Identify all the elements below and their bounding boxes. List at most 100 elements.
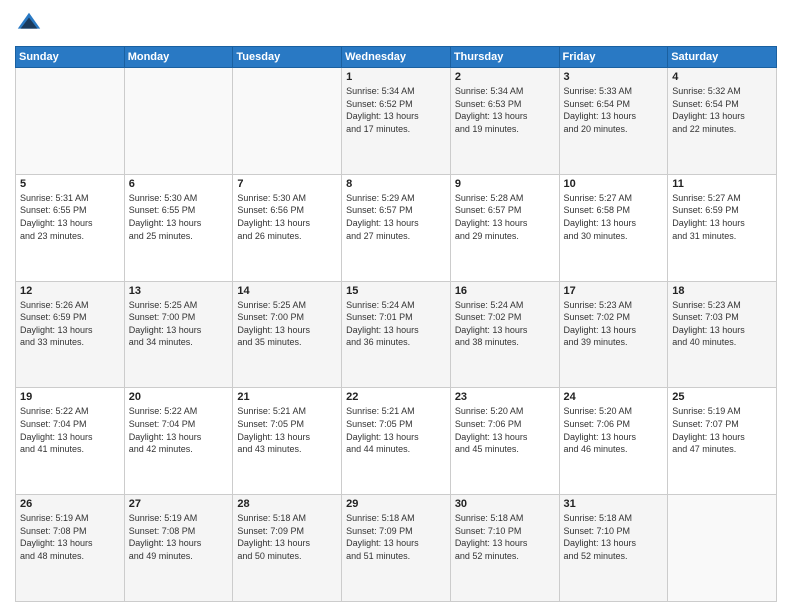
calendar-cell: 7 Sunrise: 5:30 AM Sunset: 6:56 PM Daylig… bbox=[233, 174, 342, 281]
day-number: 30 bbox=[455, 498, 555, 510]
day-info: Sunrise: 5:33 AM Sunset: 6:54 PM Dayligh… bbox=[564, 85, 664, 135]
day-info: Sunrise: 5:30 AM Sunset: 6:56 PM Dayligh… bbox=[237, 192, 337, 242]
calendar-cell bbox=[668, 495, 777, 602]
day-number: 13 bbox=[129, 285, 229, 297]
calendar-cell: 12 Sunrise: 5:26 AM Sunset: 6:59 PM Dayli… bbox=[16, 281, 125, 388]
day-info: Sunrise: 5:20 AM Sunset: 7:06 PM Dayligh… bbox=[564, 405, 664, 455]
day-number: 12 bbox=[20, 285, 120, 297]
calendar-cell: 9 Sunrise: 5:28 AM Sunset: 6:57 PM Daylig… bbox=[450, 174, 559, 281]
weekday-header-wednesday: Wednesday bbox=[342, 47, 451, 68]
day-info: Sunrise: 5:34 AM Sunset: 6:53 PM Dayligh… bbox=[455, 85, 555, 135]
day-info: Sunrise: 5:25 AM Sunset: 7:00 PM Dayligh… bbox=[129, 299, 229, 349]
day-info: Sunrise: 5:18 AM Sunset: 7:10 PM Dayligh… bbox=[455, 512, 555, 562]
day-number: 3 bbox=[564, 71, 664, 83]
weekday-header-tuesday: Tuesday bbox=[233, 47, 342, 68]
weekday-header-friday: Friday bbox=[559, 47, 668, 68]
calendar-cell: 14Sunrise: 5:25 AM Sunset: 7:00 PM Dayli… bbox=[233, 281, 342, 388]
weekday-header-saturday: Saturday bbox=[668, 47, 777, 68]
day-number: 1 bbox=[346, 71, 446, 83]
calendar-cell: 20Sunrise: 5:22 AM Sunset: 7:04 PM Dayli… bbox=[124, 388, 233, 495]
day-number: 9 bbox=[455, 178, 555, 190]
day-number: 10 bbox=[564, 178, 664, 190]
calendar-cell: 8 Sunrise: 5:29 AM Sunset: 6:57 PM Daylig… bbox=[342, 174, 451, 281]
calendar-cell bbox=[16, 68, 125, 175]
calendar-cell: 4 Sunrise: 5:32 AM Sunset: 6:54 PM Daylig… bbox=[668, 68, 777, 175]
day-number: 2 bbox=[455, 71, 555, 83]
day-number: 29 bbox=[346, 498, 446, 510]
calendar-cell: 31 Sunrise: 5:18 AM Sunset: 7:10 PM Dayli… bbox=[559, 495, 668, 602]
day-number: 28 bbox=[237, 498, 337, 510]
calendar-cell: 23 Sunrise: 5:20 AM Sunset: 7:06 PM Dayli… bbox=[450, 388, 559, 495]
day-number: 19 bbox=[20, 391, 120, 403]
calendar-cell: 22 Sunrise: 5:21 AM Sunset: 7:05 PM Dayli… bbox=[342, 388, 451, 495]
day-number: 18 bbox=[672, 285, 772, 297]
calendar-cell: 3 Sunrise: 5:33 AM Sunset: 6:54 PM Daylig… bbox=[559, 68, 668, 175]
calendar-cell: 28 Sunrise: 5:18 AM Sunset: 7:09 PM Dayli… bbox=[233, 495, 342, 602]
logo bbox=[15, 10, 47, 38]
calendar-cell: 15Sunrise: 5:24 AM Sunset: 7:01 PM Dayli… bbox=[342, 281, 451, 388]
day-info: Sunrise: 5:30 AM Sunset: 6:55 PM Dayligh… bbox=[129, 192, 229, 242]
day-number: 26 bbox=[20, 498, 120, 510]
day-info: Sunrise: 5:19 AM Sunset: 7:08 PM Dayligh… bbox=[129, 512, 229, 562]
header bbox=[15, 10, 777, 38]
day-info: Sunrise: 5:19 AM Sunset: 7:07 PM Dayligh… bbox=[672, 405, 772, 455]
day-info: Sunrise: 5:34 AM Sunset: 6:52 PM Dayligh… bbox=[346, 85, 446, 135]
calendar-cell: 2 Sunrise: 5:34 AM Sunset: 6:53 PM Daylig… bbox=[450, 68, 559, 175]
day-number: 7 bbox=[237, 178, 337, 190]
day-info: Sunrise: 5:21 AM Sunset: 7:05 PM Dayligh… bbox=[346, 405, 446, 455]
day-info: Sunrise: 5:29 AM Sunset: 6:57 PM Dayligh… bbox=[346, 192, 446, 242]
calendar-cell: 1 Sunrise: 5:34 AM Sunset: 6:52 PM Daylig… bbox=[342, 68, 451, 175]
day-number: 31 bbox=[564, 498, 664, 510]
calendar-cell: 16 Sunrise: 5:24 AM Sunset: 7:02 PM Dayli… bbox=[450, 281, 559, 388]
day-number: 6 bbox=[129, 178, 229, 190]
calendar-cell: 25 Sunrise: 5:19 AM Sunset: 7:07 PM Dayli… bbox=[668, 388, 777, 495]
calendar-cell: 19 Sunrise: 5:22 AM Sunset: 7:04 PM Dayli… bbox=[16, 388, 125, 495]
weekday-header-thursday: Thursday bbox=[450, 47, 559, 68]
day-number: 17 bbox=[564, 285, 664, 297]
weekday-header-monday: Monday bbox=[124, 47, 233, 68]
day-info: Sunrise: 5:27 AM Sunset: 6:58 PM Dayligh… bbox=[564, 192, 664, 242]
day-number: 11 bbox=[672, 178, 772, 190]
day-number: 23 bbox=[455, 391, 555, 403]
calendar-cell: 17 Sunrise: 5:23 AM Sunset: 7:02 PM Dayli… bbox=[559, 281, 668, 388]
day-info: Sunrise: 5:31 AM Sunset: 6:55 PM Dayligh… bbox=[20, 192, 120, 242]
week-row-3: 12 Sunrise: 5:26 AM Sunset: 6:59 PM Dayli… bbox=[16, 281, 777, 388]
weekday-header-sunday: Sunday bbox=[16, 47, 125, 68]
logo-icon bbox=[15, 10, 43, 38]
day-info: Sunrise: 5:23 AM Sunset: 7:02 PM Dayligh… bbox=[564, 299, 664, 349]
day-number: 4 bbox=[672, 71, 772, 83]
calendar-cell: 11 Sunrise: 5:27 AM Sunset: 6:59 PM Dayli… bbox=[668, 174, 777, 281]
calendar-cell bbox=[233, 68, 342, 175]
calendar-cell: 18 Sunrise: 5:23 AM Sunset: 7:03 PM Dayli… bbox=[668, 281, 777, 388]
calendar-cell: 29 Sunrise: 5:18 AM Sunset: 7:09 PM Dayli… bbox=[342, 495, 451, 602]
page: SundayMondayTuesdayWednesdayThursdayFrid… bbox=[0, 0, 792, 612]
day-number: 25 bbox=[672, 391, 772, 403]
day-number: 16 bbox=[455, 285, 555, 297]
day-number: 20 bbox=[129, 391, 229, 403]
day-number: 24 bbox=[564, 391, 664, 403]
week-row-4: 19 Sunrise: 5:22 AM Sunset: 7:04 PM Dayli… bbox=[16, 388, 777, 495]
day-info: Sunrise: 5:27 AM Sunset: 6:59 PM Dayligh… bbox=[672, 192, 772, 242]
day-info: Sunrise: 5:19 AM Sunset: 7:08 PM Dayligh… bbox=[20, 512, 120, 562]
week-row-2: 5Sunrise: 5:31 AM Sunset: 6:55 PM Daylig… bbox=[16, 174, 777, 281]
day-info: Sunrise: 5:20 AM Sunset: 7:06 PM Dayligh… bbox=[455, 405, 555, 455]
day-info: Sunrise: 5:26 AM Sunset: 6:59 PM Dayligh… bbox=[20, 299, 120, 349]
day-info: Sunrise: 5:21 AM Sunset: 7:05 PM Dayligh… bbox=[237, 405, 337, 455]
day-number: 21 bbox=[237, 391, 337, 403]
day-info: Sunrise: 5:24 AM Sunset: 7:02 PM Dayligh… bbox=[455, 299, 555, 349]
day-info: Sunrise: 5:32 AM Sunset: 6:54 PM Dayligh… bbox=[672, 85, 772, 135]
calendar-cell: 26 Sunrise: 5:19 AM Sunset: 7:08 PM Dayli… bbox=[16, 495, 125, 602]
day-number: 14 bbox=[237, 285, 337, 297]
day-info: Sunrise: 5:23 AM Sunset: 7:03 PM Dayligh… bbox=[672, 299, 772, 349]
week-row-5: 26 Sunrise: 5:19 AM Sunset: 7:08 PM Dayli… bbox=[16, 495, 777, 602]
calendar-cell: 24 Sunrise: 5:20 AM Sunset: 7:06 PM Dayli… bbox=[559, 388, 668, 495]
day-info: Sunrise: 5:18 AM Sunset: 7:09 PM Dayligh… bbox=[346, 512, 446, 562]
calendar-cell: 5Sunrise: 5:31 AM Sunset: 6:55 PM Daylig… bbox=[16, 174, 125, 281]
day-number: 8 bbox=[346, 178, 446, 190]
day-info: Sunrise: 5:22 AM Sunset: 7:04 PM Dayligh… bbox=[20, 405, 120, 455]
calendar-cell: 10 Sunrise: 5:27 AM Sunset: 6:58 PM Dayli… bbox=[559, 174, 668, 281]
day-info: Sunrise: 5:18 AM Sunset: 7:10 PM Dayligh… bbox=[564, 512, 664, 562]
day-number: 22 bbox=[346, 391, 446, 403]
day-info: Sunrise: 5:18 AM Sunset: 7:09 PM Dayligh… bbox=[237, 512, 337, 562]
day-info: Sunrise: 5:28 AM Sunset: 6:57 PM Dayligh… bbox=[455, 192, 555, 242]
